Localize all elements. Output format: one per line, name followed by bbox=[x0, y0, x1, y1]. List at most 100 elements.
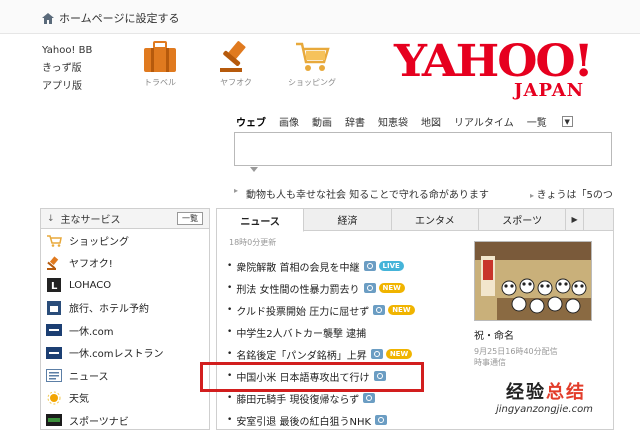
headline-item[interactable]: • 刑法 女性間の性暴力罰去り NEW bbox=[227, 277, 415, 299]
set-homepage-label: ホームページに設定する bbox=[59, 12, 180, 25]
feature-caption[interactable]: 祝・命名 bbox=[474, 327, 601, 342]
highlight-annotation bbox=[200, 362, 424, 392]
tab-entertainment[interactable]: エンタメ bbox=[392, 209, 480, 230]
bullet: • bbox=[227, 349, 233, 359]
weather-sun-icon bbox=[45, 391, 63, 405]
new-badge: NEW bbox=[378, 283, 405, 293]
main-services-header: ↓ 主なサービス 一覧 bbox=[41, 209, 209, 229]
sidebar-item-label: LOHACO bbox=[69, 279, 112, 291]
news-ticker-2[interactable]: ▸ きょうは「5のつ bbox=[530, 186, 613, 201]
sidebar-item-sports[interactable]: スポーツナビ bbox=[41, 409, 209, 430]
headline-text[interactable]: 中学生2人バトカー襲撃 逮捕 bbox=[236, 325, 366, 340]
headline-item[interactable]: • 安室引退 最後の紅白狙うNHK bbox=[227, 409, 415, 430]
bullet: • bbox=[227, 415, 233, 425]
panda-photo-icon bbox=[475, 242, 591, 320]
headline-text[interactable]: 安室引退 最後の紅白狙うNHK bbox=[236, 413, 371, 428]
ikyu-icon bbox=[45, 323, 63, 337]
service-auction-label: ヤフオク bbox=[220, 78, 252, 87]
news-tabs: ニュース 経済 エンタメ スポーツ ▶ bbox=[217, 209, 613, 232]
travel-icon bbox=[45, 300, 63, 315]
sidebar-item-shopping[interactable]: ショッピング bbox=[41, 229, 209, 252]
camera-icon bbox=[370, 349, 383, 359]
ticker-item-2[interactable]: きょうは「5のつ bbox=[537, 190, 613, 201]
auction-hammer-icon bbox=[220, 41, 246, 72]
feature-source: 時事通信 bbox=[474, 358, 506, 367]
headline-text[interactable]: 衆院解散 首相の会見を中継 bbox=[236, 259, 359, 274]
search-tab-video[interactable]: 動画 bbox=[312, 114, 332, 129]
service-auction[interactable]: ヤフオク bbox=[206, 40, 266, 88]
link-yahoo-bb[interactable]: Yahoo! BB bbox=[42, 42, 92, 60]
news-ticker[interactable]: ▸ 動物も人も幸せな社会 知ることで守れる命があります bbox=[234, 186, 489, 201]
sidebar-item-ikyu-restaurant[interactable]: 一休.comレストラン bbox=[41, 342, 209, 365]
news-timestamp: 18時0分更新 bbox=[229, 238, 277, 247]
sidebar-item-travel[interactable]: 旅行、ホテル予約 bbox=[41, 297, 209, 320]
suitcase-icon bbox=[144, 41, 176, 72]
link-app[interactable]: アプリ版 bbox=[42, 78, 92, 96]
auction-hammer-icon bbox=[45, 256, 63, 270]
tab-next-arrow-icon[interactable]: ▶ bbox=[566, 209, 584, 230]
service-travel-label: トラベル bbox=[144, 78, 176, 87]
search-tab-images[interactable]: 画像 bbox=[279, 114, 299, 129]
sidebar-item-label: 一休.comレストラン bbox=[69, 349, 164, 361]
tab-economy[interactable]: 経済 bbox=[304, 209, 392, 230]
top-bar: ホームページに設定する bbox=[0, 0, 640, 34]
sidebar-item-label: 一休.com bbox=[69, 326, 114, 338]
headline-text[interactable]: 名銘後定「パンダ銘柄」上昇 bbox=[236, 347, 367, 362]
arrow-down-icon: ↓ bbox=[47, 213, 55, 224]
search-options-arrow-icon[interactable] bbox=[250, 167, 258, 172]
sidebar-item-ikyu[interactable]: 一休.com bbox=[41, 319, 209, 342]
feature-date: 9月25日16時40分配信 bbox=[474, 347, 558, 356]
headline-text[interactable]: 刑法 女性間の性暴力罰去り bbox=[236, 281, 359, 296]
headline-text[interactable]: 藤田元騎手 現役復帰ならず bbox=[236, 391, 359, 406]
sidebar-item-lohaco[interactable]: L LOHACO bbox=[41, 274, 209, 297]
headline-item[interactable]: • クルド投票開始 圧力に屈せず NEW bbox=[227, 299, 415, 321]
search-tab-more-label: 一覧 bbox=[526, 118, 547, 129]
feature-meta: 9月25日16時40分配信 時事通信 bbox=[474, 346, 601, 368]
services-list: ショッピング ヤフオク! L LOHACO 旅行、ホテル予約 一休.com 一休… bbox=[41, 229, 209, 430]
headline-text[interactable]: クルド投票開始 圧力に屈せず bbox=[236, 303, 369, 318]
left-links: Yahoo! BB きっず版 アプリ版 bbox=[42, 42, 92, 96]
headline-item[interactable]: • 衆院解散 首相の会見を中継 LIVE bbox=[227, 255, 415, 277]
sidebar-item-news[interactable]: ニュース bbox=[41, 364, 209, 387]
tab-sports[interactable]: スポーツ bbox=[479, 209, 567, 230]
new-badge: NEW bbox=[385, 349, 413, 359]
service-travel[interactable]: トラベル bbox=[130, 40, 190, 88]
bullet: • bbox=[227, 283, 233, 293]
bullet: • bbox=[227, 327, 233, 337]
camera-icon bbox=[363, 283, 376, 293]
set-homepage-link[interactable]: ホームページに設定する bbox=[42, 10, 179, 26]
yahoo-japan-logo[interactable]: YAHOO! JAPAN bbox=[394, 36, 604, 101]
watermark: 经验总结 bbox=[506, 378, 586, 404]
sidebar-item-label: 旅行、ホテル予約 bbox=[69, 304, 149, 316]
search-input[interactable] bbox=[234, 132, 612, 166]
search-tab-chiebukuro[interactable]: 知恵袋 bbox=[378, 114, 408, 129]
sidebar-item-label: スポーツナビ bbox=[69, 416, 129, 428]
watermark-text-b: 总结 bbox=[546, 382, 586, 403]
camera-icon bbox=[363, 261, 376, 271]
search-tab-more[interactable]: 一覧 ▼ bbox=[527, 114, 586, 129]
search-tab-map[interactable]: 地図 bbox=[421, 114, 441, 129]
sidebar-item-weather[interactable]: 天気 bbox=[41, 387, 209, 410]
search-tab-web[interactable]: ウェブ bbox=[236, 114, 266, 129]
tab-news[interactable]: ニュース bbox=[217, 209, 305, 232]
headline-item[interactable]: • 中学生2人バトカー襲撃 逮捕 bbox=[227, 321, 415, 343]
link-kids[interactable]: きっず版 bbox=[42, 60, 92, 78]
svg-text:L: L bbox=[51, 281, 58, 292]
tab-more[interactable] bbox=[584, 209, 613, 230]
news-icon bbox=[45, 368, 63, 382]
service-shopping[interactable]: ショッピング bbox=[282, 40, 342, 88]
home-icon bbox=[42, 12, 54, 24]
feature-photo[interactable] bbox=[474, 241, 592, 321]
services-list-button[interactable]: 一覧 bbox=[177, 212, 203, 225]
headline-list: • 衆院解散 首相の会見を中継 LIVE • 刑法 女性間の性暴力罰去り NEW… bbox=[227, 255, 415, 430]
camera-icon bbox=[373, 305, 386, 315]
logo-sub: JAPAN bbox=[514, 80, 585, 101]
search-tab-dictionary[interactable]: 辞書 bbox=[345, 114, 365, 129]
sidebar-item-auction[interactable]: ヤフオク! bbox=[41, 252, 209, 275]
bullet: • bbox=[227, 305, 233, 315]
search-tabs: ウェブ 画像 動画 辞書 知恵袋 地図 リアルタイム 一覧 ▼ bbox=[236, 114, 599, 129]
ticker-item-1[interactable]: 動物も人も幸せな社会 知ることで守れる命があります bbox=[246, 186, 489, 201]
search-tab-realtime[interactable]: リアルタイム bbox=[454, 114, 514, 129]
watermark-text-a: 经验 bbox=[506, 382, 546, 403]
service-shopping-label: ショッピング bbox=[288, 78, 336, 87]
